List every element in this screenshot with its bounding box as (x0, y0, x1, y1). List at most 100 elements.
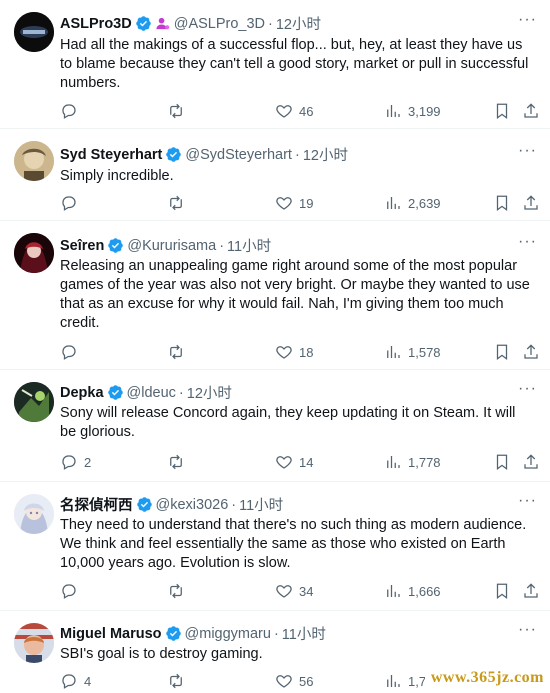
like-button[interactable]: 18 (275, 342, 313, 362)
timestamp[interactable]: 12小时 (187, 382, 232, 403)
avatar[interactable] (14, 494, 54, 534)
more-options-icon[interactable]: ··· (518, 234, 538, 254)
tweet-2[interactable]: Syd Steyerhart @SydSteyerhart · 12小时 ···… (0, 129, 550, 221)
like-button[interactable]: 56 (275, 671, 313, 691)
separator-dot: · (268, 15, 273, 32)
affiliate-badge-icon (156, 17, 169, 30)
tweet-1[interactable]: ASLPro3D @ASLPro_3D · 12小时 ··· Had all t… (0, 0, 550, 129)
action-bar: 34 1,666 (60, 581, 538, 601)
views-chart-icon (387, 456, 400, 468)
views-chart-icon (387, 105, 400, 117)
author-name[interactable]: Miguel Maruso (60, 626, 162, 642)
like-count: 14 (299, 454, 314, 470)
verified-badge-icon (165, 626, 181, 641)
reply-icon (62, 104, 76, 119)
avatar[interactable] (14, 233, 54, 273)
share-icon (524, 583, 538, 598)
avatar[interactable] (14, 12, 54, 52)
heart-icon (276, 346, 292, 359)
like-button[interactable]: 19 (275, 193, 313, 213)
views-button[interactable]: 1,666 (384, 581, 441, 601)
retweet-button[interactable] (167, 193, 191, 213)
timestamp[interactable]: 12小时 (303, 144, 348, 165)
author-handle[interactable]: @miggymaru (185, 626, 271, 642)
share-icon (524, 103, 538, 118)
timestamp[interactable]: 12小时 (276, 13, 321, 34)
author-handle[interactable]: @SydSteyerhart (185, 147, 292, 163)
retweet-icon (170, 344, 182, 360)
author-name[interactable]: ASLPro3D (60, 16, 132, 32)
reply-button[interactable] (60, 193, 84, 213)
bookmark-button[interactable] (493, 342, 511, 362)
more-options-icon[interactable]: ··· (518, 622, 538, 642)
reply-button[interactable]: 4 (60, 671, 91, 691)
tweet-5[interactable]: 名探偵柯西 @kexi3026 · 11小时 ··· They need to … (0, 482, 550, 611)
retweet-button[interactable] (167, 671, 191, 691)
share-button[interactable] (522, 342, 540, 362)
view-count: 1,666 (408, 583, 441, 599)
share-icon (524, 344, 538, 359)
more-options-icon[interactable]: ··· (518, 143, 538, 163)
reply-icon (62, 455, 76, 470)
retweet-button[interactable] (167, 342, 191, 362)
retweet-icon (170, 673, 182, 689)
action-bar: 18 1,578 (60, 342, 538, 362)
like-count: 19 (299, 195, 314, 211)
timestamp[interactable]: 11小时 (282, 623, 326, 644)
like-count: 18 (299, 344, 314, 360)
timestamp[interactable]: 11小时 (227, 235, 271, 256)
share-button[interactable] (522, 581, 540, 601)
author-name[interactable]: Depka (60, 385, 104, 401)
share-button[interactable] (522, 452, 540, 472)
author-name[interactable]: Syd Steyerhart (60, 147, 162, 163)
separator-dot: · (294, 146, 300, 163)
reply-button[interactable] (60, 581, 84, 601)
author-name[interactable]: 名探偵柯西 (60, 494, 133, 515)
reply-icon (62, 196, 76, 211)
reply-count: 4 (84, 673, 92, 689)
like-button[interactable]: 34 (275, 581, 313, 601)
views-chart-icon (387, 197, 400, 209)
retweet-button[interactable] (167, 101, 191, 121)
author-handle[interactable]: @ASLPro_3D (174, 16, 265, 32)
author-handle[interactable]: @kexi3026 (156, 497, 229, 513)
bookmark-icon (496, 103, 508, 120)
views-button[interactable]: 1,578 (384, 342, 441, 362)
avatar[interactable] (14, 141, 54, 181)
like-button[interactable]: 14 (275, 452, 313, 472)
author-handle[interactable]: @Kururisama (127, 238, 216, 254)
views-button[interactable]: 3,199 (384, 101, 441, 121)
tweet-header: Seîren @Kururisama · 11小时 (60, 235, 520, 256)
retweet-button[interactable] (167, 581, 191, 601)
heart-icon (276, 197, 292, 210)
bookmark-button[interactable] (493, 101, 511, 121)
separator-dot: · (178, 384, 184, 401)
more-options-icon[interactable]: ··· (518, 493, 538, 513)
views-button[interactable]: 1,778 (384, 452, 441, 472)
reply-button[interactable]: 2 (60, 452, 91, 472)
author-handle[interactable]: @ldeuc (127, 385, 176, 401)
more-options-icon[interactable]: ··· (518, 381, 538, 401)
timestamp[interactable]: 11小时 (239, 494, 283, 515)
avatar[interactable] (14, 382, 54, 422)
bookmark-icon (496, 583, 508, 600)
views-chart-icon (387, 675, 400, 687)
bookmark-button[interactable] (493, 581, 511, 601)
views-button[interactable]: 2,639 (384, 193, 441, 213)
view-count: 1,578 (408, 344, 441, 360)
reply-button[interactable] (60, 101, 84, 121)
reply-button[interactable] (60, 342, 84, 362)
like-button[interactable]: 46 (275, 101, 313, 121)
bookmark-button[interactable] (493, 193, 511, 213)
tweet-3[interactable]: Seîren @Kururisama · 11小时 ··· Releasing … (0, 221, 550, 370)
tweet-header: 名探偵柯西 @kexi3026 · 11小时 (60, 494, 520, 515)
retweet-icon (170, 454, 182, 470)
more-options-icon[interactable]: ··· (518, 12, 538, 32)
author-name[interactable]: Seîren (60, 238, 104, 254)
share-button[interactable] (522, 193, 540, 213)
retweet-button[interactable] (167, 452, 191, 472)
tweet-4[interactable]: Depka @ldeuc · 12小时 ··· Sony will releas… (0, 370, 550, 482)
bookmark-button[interactable] (493, 452, 511, 472)
avatar[interactable] (14, 623, 54, 663)
share-button[interactable] (522, 101, 540, 121)
